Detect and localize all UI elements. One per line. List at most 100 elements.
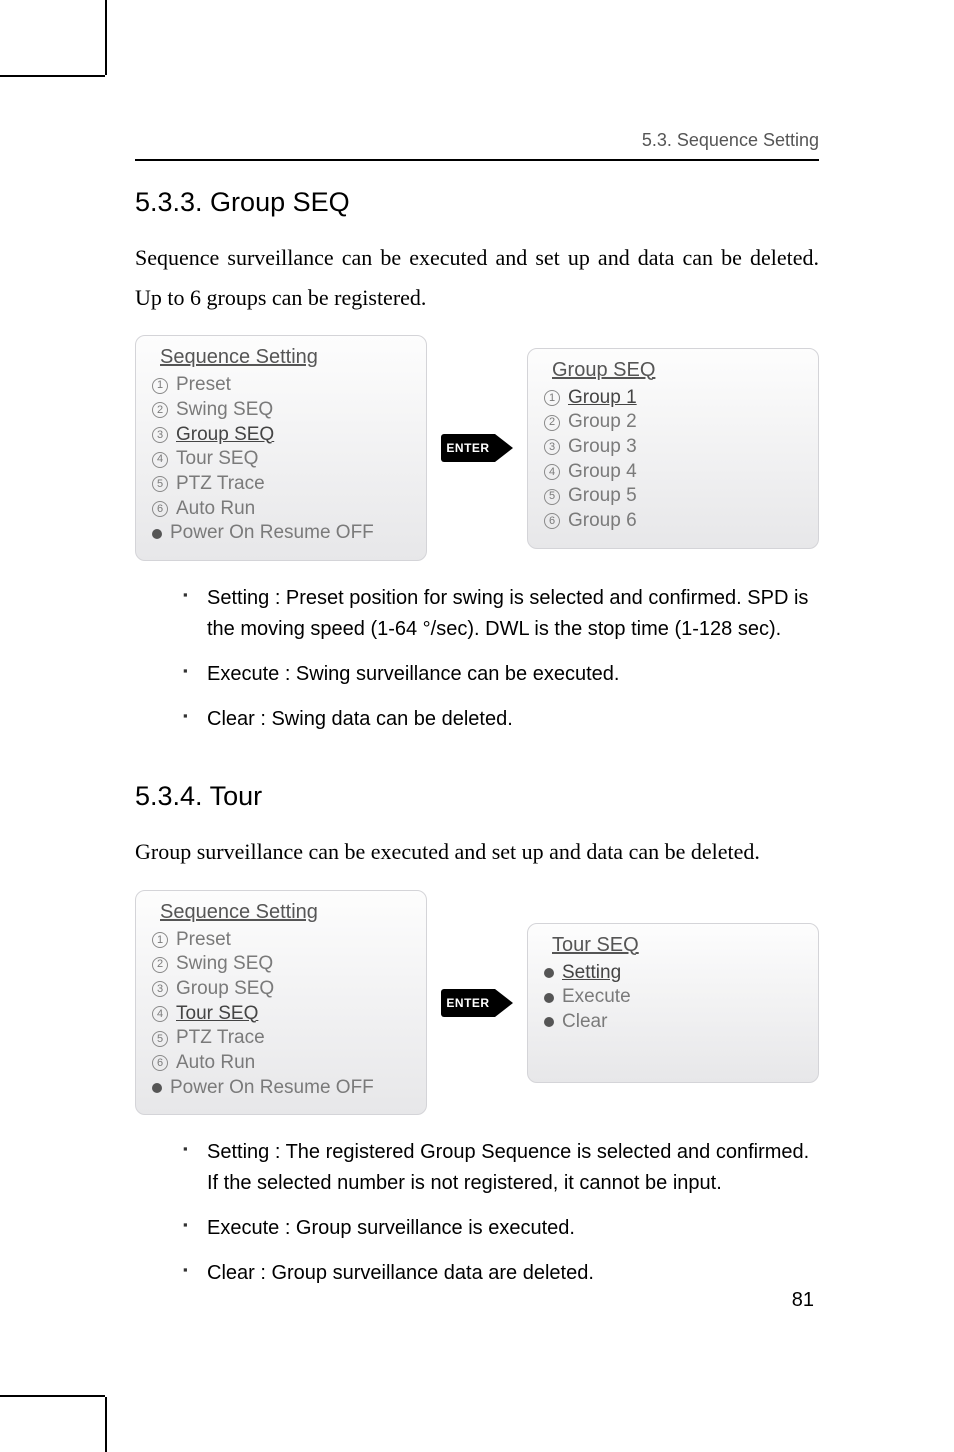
circled-number-icon: 1 [152,378,168,394]
panel-item: 5 PTZ Trace [152,1026,410,1051]
diagram-533: Sequence Setting 1Preset2Swing SEQ3Group… [135,335,819,561]
bullet-item: Setting : The registered Group Sequence … [183,1137,819,1199]
panel-item-label: Auto Run [176,497,255,522]
panel-item: Power On Resume OFF [152,521,410,546]
diagram-534: Sequence Setting 1Preset2Swing SEQ 3 Group… [135,890,819,1116]
circled-number-icon: 2 [152,957,168,973]
bullet-item: Clear : Swing data can be deleted. [183,704,819,735]
circled-number-icon: 6 [152,501,168,517]
page-number: 81 [792,1289,814,1312]
panel-item-label: PTZ Trace [176,472,265,497]
panel-group-seq-533: Group SEQ 1 Group 12Group 2 3 Group 3 4 Group… [527,348,819,549]
panel-item: 3 Group SEQ [152,977,410,1002]
bullet-item: Execute : Group surveillance is executed… [183,1213,819,1244]
circled-number-icon: 4 [544,464,560,480]
panel-item-label: Preset [176,373,231,398]
enter-arrow-wrap: ENTER [437,989,517,1017]
panel-item-label: Group 3 [568,435,637,460]
circled-number-icon: 6 [152,1055,168,1071]
circled-number-icon: 6 [544,513,560,529]
panel-item-label: Power On Resume OFF [170,521,374,546]
bullet-item: Setting : Preset position for swing is s… [183,583,819,645]
bullet-dot-icon [544,993,554,1003]
bullet-item: Clear : Group surveillance data are dele… [183,1258,819,1289]
panel-list: SettingExecuteClear [544,961,802,1035]
crop-mark [0,1395,105,1397]
panel-item-label: Group 6 [568,509,637,534]
panel-item: 6 Auto Run [152,497,410,522]
panel-item: 2Group 2 [544,410,802,435]
panel-item: 4 Group 4 [544,460,802,485]
circled-number-icon: 2 [152,402,168,418]
enter-arrow-icon: ENTER [441,989,513,1017]
arrow-tip-icon [495,989,513,1017]
panel-item: 1 Preset [152,373,410,398]
panel-item: 2Swing SEQ [152,952,410,977]
panel-list: 1 Group 12Group 2 3 Group 3 4 Group 4 5 Group 5… [544,386,802,534]
bullet-dot-icon [152,529,162,539]
panel-item-label: Group 1 [568,386,637,411]
panel-item: 5 PTZ Trace [152,472,410,497]
panel-item: 1 Group 1 [544,386,802,411]
circled-number-icon: 2 [544,415,560,431]
panel-title: Sequence Setting [160,346,410,369]
circled-number-icon: 1 [152,932,168,948]
panel-item: 4Tour SEQ [152,447,410,472]
panel-item-label: Auto Run [176,1051,255,1076]
panel-item: Power On Resume OFF [152,1076,410,1101]
panel-item: 2 Swing SEQ [152,398,410,423]
bullet-dot-icon [544,1017,554,1027]
panel-item-label: Group SEQ [176,977,274,1002]
running-header: 5.3. Sequence Setting [135,130,819,161]
circled-number-icon: 5 [152,1031,168,1047]
enter-label: ENTER [441,989,495,1017]
panel-item: 6 Auto Run [152,1051,410,1076]
circled-number-icon: 4 [152,452,168,468]
enter-arrow-wrap: ENTER [437,434,517,462]
panel-item: 1Preset [152,928,410,953]
circled-number-icon: 5 [544,489,560,505]
bullet-dot-icon [544,968,554,978]
panel-list: 1 Preset 2 Swing SEQ 3 Group SEQ4Tour SEQ 5 PTZ… [152,373,410,546]
panel-item-label: Power On Resume OFF [170,1076,374,1101]
panel-item: 3 Group 3 [544,435,802,460]
panel-item-label: Tour SEQ [176,1002,258,1027]
panel-item-label: Group 5 [568,484,637,509]
panel-item: 3 Group SEQ [152,423,410,448]
section-heading-534: 5.3.4. Tour [135,781,819,812]
bullet-list-534: Setting : The registered Group Sequence … [183,1137,819,1289]
panel-tour-seq-534: Tour SEQ SettingExecuteClear [527,923,819,1083]
panel-sequence-setting-533: Sequence Setting 1 Preset 2 Swing SEQ 3 Group… [135,335,427,561]
panel-item: Clear [544,1010,802,1035]
page: 5.3. Sequence Setting 5.3.3. Group SEQ S… [0,0,954,1452]
enter-label: ENTER [441,434,495,462]
circled-number-icon: 3 [544,439,560,455]
section-intro-534: Group surveillance can be executed and s… [135,832,819,872]
bullet-item: Execute : Swing surveillance can be exec… [183,659,819,690]
panel-item-label: Group SEQ [176,423,274,448]
panel-item: 4 Tour SEQ [152,1002,410,1027]
panel-item-label: Group 4 [568,460,637,485]
crop-mark [0,75,105,77]
panel-item: Execute [544,985,802,1010]
circled-number-icon: 5 [152,476,168,492]
circled-number-icon: 4 [152,1006,168,1022]
content-area: 5.3. Sequence Setting 5.3.3. Group SEQ S… [135,130,819,1335]
panel-title: Group SEQ [552,359,802,382]
panel-item: Setting [544,961,802,986]
panel-item-label: Setting [562,961,621,986]
enter-arrow-icon: ENTER [441,434,513,462]
circled-number-icon: 3 [152,981,168,997]
panel-item-label: Swing SEQ [176,398,273,423]
panel-item: 6 Group 6 [544,509,802,534]
arrow-tip-icon [495,434,513,462]
panel-title: Sequence Setting [160,901,410,924]
circled-number-icon: 3 [152,427,168,443]
panel-list: 1Preset2Swing SEQ 3 Group SEQ 4 Tour SEQ 5 PTZ… [152,928,410,1101]
circled-number-icon: 1 [544,390,560,406]
panel-title: Tour SEQ [552,934,802,957]
crop-mark [105,1397,107,1452]
panel-item-label: PTZ Trace [176,1026,265,1051]
panel-item-label: Execute [562,985,631,1010]
bullet-dot-icon [152,1083,162,1093]
